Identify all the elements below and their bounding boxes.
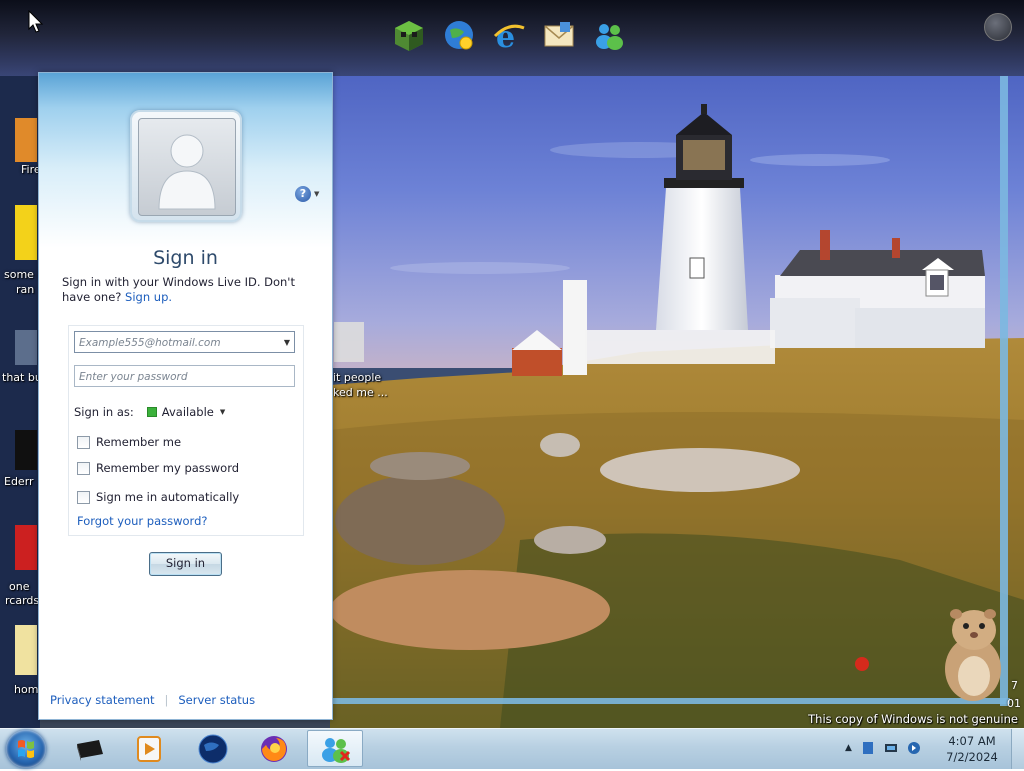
desktop-label[interactable]: ked me ... [333,386,388,399]
system-tray: ▲ [845,741,921,755]
messenger-icon [322,737,351,763]
minecraft-icon[interactable] [390,16,428,54]
hamster-gadget[interactable] [938,604,1008,704]
start-button[interactable] [6,730,46,768]
auto-signin-option[interactable]: Sign me in automatically [77,490,239,504]
password-placeholder: Enter your password [79,371,188,383]
dock-menu-button[interactable] [984,13,1012,41]
desktop-label[interactable]: some i [4,268,41,281]
help-icon: ? [295,186,311,202]
build-number: 01 [1007,697,1021,710]
network-icon[interactable] [884,741,898,755]
chevron-down-icon: ▼ [314,190,320,198]
globe-browser-icon [198,734,228,763]
messenger-signin-window: ? ▼ Sign in Sign in with your Windows Li… [38,72,333,720]
firefox-icon [261,735,287,762]
desktop-label[interactable]: Ederr [4,475,34,488]
privacy-statement-link[interactable]: Privacy statement [50,693,155,707]
device-icon[interactable] [861,741,875,755]
firefox-taskbar-button[interactable] [246,730,302,767]
password-field[interactable]: Enter your password [74,365,295,387]
footer-links: Privacy statement | Server status [50,693,255,707]
clock-time: 4:07 AM [948,734,996,748]
avatar-picture [138,118,236,216]
remember-me-label: Remember me [96,435,182,449]
genuine-notice: This copy of Windows is not genuine [808,712,1018,726]
desktop-label[interactable]: one [9,580,29,593]
signup-link[interactable]: Sign up. [125,290,172,304]
terminal-taskbar-button[interactable] [62,730,118,767]
browser-taskbar-button[interactable] [185,730,241,767]
help-button[interactable]: ? ▼ [295,186,319,202]
auto-signin-checkbox[interactable] [77,490,90,504]
server-status-link[interactable]: Server status [178,693,255,707]
desktop-label[interactable]: hom [14,683,38,696]
remember-password-option[interactable]: Remember my password [77,461,239,475]
media-player-taskbar-button[interactable] [121,730,177,767]
email-placeholder: Example555@hotmail.com [79,337,221,349]
signin-description-text: Sign in with your Windows Live ID. Don't… [62,275,295,304]
status-label: Sign in as: [74,405,134,419]
svg-text:e: e [496,20,515,52]
status-available-icon [146,407,157,417]
build-number: 7 [1011,679,1018,692]
desktop-label[interactable]: that bu [2,371,42,384]
volume-icon[interactable] [907,741,921,755]
messenger-taskbar-button[interactable] [307,730,363,767]
remember-password-label: Remember my password [96,461,240,475]
mouse-cursor-icon [28,10,44,33]
auto-signin-label: Sign me in automatically [96,490,240,504]
signin-description: Sign in with your Windows Live ID. Don't… [62,275,312,305]
taskbar-clock[interactable]: 4:07 AM 7/2/2024 [940,733,1004,765]
page-title: Sign in [153,247,218,269]
default-user-icon [158,134,216,210]
email-field[interactable]: Example555@hotmail.com ▼ [74,331,295,353]
remember-me-checkbox[interactable] [77,435,90,449]
remember-password-checkbox[interactable] [77,461,90,475]
desktop-label[interactable]: rcards [5,594,39,607]
status-dropdown[interactable]: Available [162,405,214,419]
clock-date: 7/2/2024 [946,750,998,764]
chevron-down-icon[interactable]: ▼ [220,408,225,416]
taskbar: ▲ 4:07 AM 7/2/2024 [0,728,1024,769]
forgot-password-link[interactable]: Forgot your password? [77,514,207,528]
windows-logo-icon [18,740,34,758]
app-dock: e [0,0,1024,76]
mail-icon[interactable] [540,16,578,54]
messenger-icon[interactable] [590,16,628,54]
messenger-header: ? ▼ [39,73,332,248]
chevron-down-icon[interactable]: ▼ [284,332,290,354]
footer-divider: | [164,693,169,707]
desktop-label[interactable]: it people [333,371,381,384]
dock-icons: e [390,16,628,54]
avatar[interactable] [130,110,242,222]
remember-me-option[interactable]: Remember me [77,435,181,449]
status-selector: Sign in as: Available ▼ [74,405,225,419]
desktop-label[interactable]: ran [16,283,34,296]
show-desktop-button[interactable] [1011,729,1024,769]
internet-explorer-icon[interactable]: e [490,16,528,54]
show-hidden-icons-icon[interactable]: ▲ [845,743,852,753]
signin-form: Example555@hotmail.com ▼ Enter your pass… [68,325,304,536]
terminal-icon [77,739,103,761]
signin-button[interactable]: Sign in [149,552,222,576]
globe-network-icon[interactable] [440,16,478,54]
media-player-icon [137,735,161,762]
